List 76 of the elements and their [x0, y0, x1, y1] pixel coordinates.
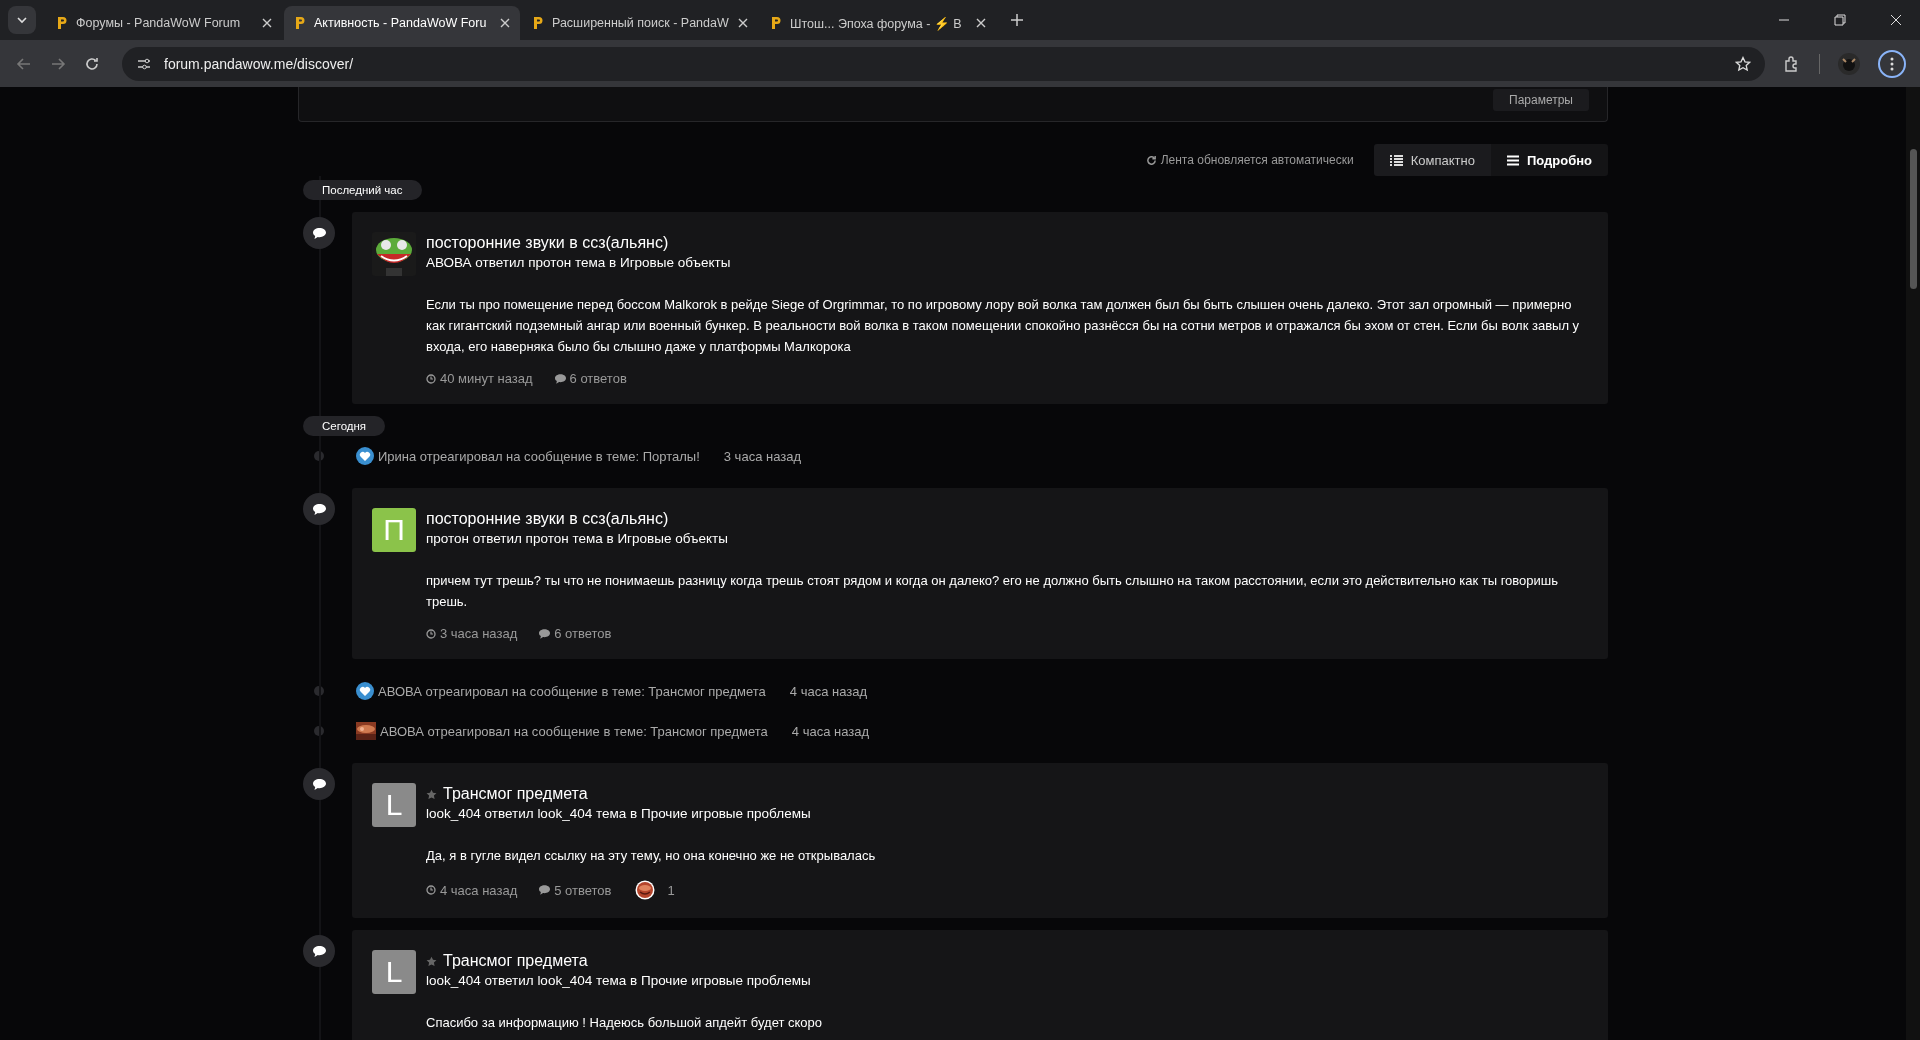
post-excerpt: причем тут трешь? ты что не понимаешь разницу когда трешь стоят рядом и когда он далеко? его не должно быть слышно на таком расстоянии, если это действительно как ты говоришь трешь. — [426, 572, 1560, 611]
close-icon[interactable] — [262, 18, 272, 28]
topic-title-link[interactable]: посторонние звуки в ссз(альянс) — [426, 510, 669, 528]
view-mode-button[interactable]: Компактно — [1373, 144, 1491, 176]
reload-icon[interactable] — [84, 55, 100, 72]
speech-bubble-icon — [312, 945, 326, 957]
filter-button[interactable]: Параметры — [1493, 89, 1589, 111]
profile-avatar-icon[interactable] — [1838, 52, 1860, 75]
reaction-time: 3 часа назад — [723, 448, 801, 464]
clock-icon — [426, 628, 436, 639]
post-byline: look_404 ответил look_404 тема в Прочие игровые проблемы — [426, 806, 811, 821]
topic-title-link[interactable]: посторонние звуки в ссз(альянс) — [426, 234, 669, 252]
menu-icon — [1506, 154, 1519, 166]
close-icon[interactable] — [1890, 14, 1902, 26]
post-excerpt: Спасибо за информацию ! Надеюсь большой апдейт будет скоро — [426, 1014, 824, 1032]
forum-logo-icon — [294, 16, 306, 30]
topic-title-link[interactable]: Трансмог предмета — [443, 952, 588, 970]
post-byline: протон ответил протон тема в Игровые объекты — [426, 531, 728, 546]
compact-list-icon — [1389, 154, 1403, 166]
post-byline: АВОВА ответил протон тема в Игровые объекты — [426, 255, 731, 270]
back-icon[interactable] — [16, 55, 32, 72]
speech-bubble-icon — [312, 227, 326, 239]
restore-icon[interactable] — [1834, 14, 1846, 26]
forum-logo-icon — [770, 16, 782, 30]
browser-menu-button[interactable] — [1878, 49, 1906, 78]
heart-reaction-icon — [356, 682, 374, 700]
close-icon[interactable] — [976, 18, 986, 28]
time-section-label: Последний час — [303, 180, 422, 200]
speech-bubble-icon — [539, 628, 551, 639]
chevron-down-icon — [16, 14, 28, 26]
more-icon — [1890, 56, 1894, 71]
topic-title-link[interactable]: Трансмог предмета — [443, 785, 588, 803]
forward-icon[interactable] — [50, 55, 66, 72]
reaction-text[interactable]: АВОВА отреагировал на сообщение в теме: Трансмог предмета — [378, 683, 766, 699]
reply-count[interactable]: 6 ответов — [539, 626, 612, 641]
forum-logo-icon — [56, 16, 68, 30]
new-tab-icon[interactable] — [1010, 13, 1024, 27]
auto-update-notice: Лента обновляется автоматически — [1145, 153, 1354, 167]
post-time: 40 минут назад — [426, 371, 533, 386]
speech-bubble-icon — [539, 885, 551, 895]
speech-bubble-icon — [312, 503, 326, 515]
timeline-dot — [314, 726, 324, 736]
close-icon[interactable] — [738, 18, 748, 28]
browser-tab[interactable]: Форумы - PandaWoW Forum — [46, 6, 282, 40]
browser-tab[interactable]: Расширенный поиск - PandaW — [522, 6, 758, 40]
scrollbar-thumb[interactable] — [1910, 149, 1917, 289]
post-time: 4 часа назад — [426, 882, 518, 898]
post-time: 3 часа назад — [426, 626, 518, 641]
time-section-label: Сегодня — [303, 416, 386, 436]
clock-icon — [426, 885, 436, 895]
heart-reaction-icon — [356, 447, 374, 465]
reaction-text[interactable]: Ирина отреагировал на сообщение в теме: Порталы! — [378, 448, 700, 464]
address-field[interactable]: forum.pandawow.me/discover/ — [122, 46, 1765, 81]
refresh-icon — [1145, 154, 1157, 166]
close-icon[interactable] — [500, 18, 510, 28]
speech-bubble-icon — [312, 778, 326, 790]
post-byline: look_404 ответил look_404 тема в Прочие игровые проблемы — [426, 973, 811, 988]
timeline-dot — [314, 686, 324, 696]
reaction-icon[interactable] — [635, 880, 656, 900]
browser-tab[interactable]: Штош... Эпоха форума - ⚡ В — [760, 6, 996, 40]
post-excerpt: Да, я в гугле видел ссылку на эту тему, но она конечно же не открывалась — [426, 847, 877, 865]
reply-count[interactable]: 5 ответов — [539, 882, 612, 898]
view-mode-button[interactable]: Подробно — [1490, 144, 1608, 176]
reaction-time: 4 часа назад — [791, 723, 870, 739]
speech-bubble-icon — [554, 373, 566, 384]
browser-tab[interactable]: Активность - PandaWoW Foru — [284, 6, 520, 40]
bookmark-star-icon[interactable] — [1735, 55, 1751, 72]
clock-icon — [426, 373, 436, 384]
timeline-dot — [314, 451, 324, 461]
tab-search-button[interactable] — [8, 6, 36, 34]
post-excerpt: Если ты про помещение перед боссом Malkorok в рейде Siege of Orgrimmar, то по игровому лору вой волка там должен был бы быть слышен очень далеко. Этот зал огромный — примерно как гигантский подземный ангар или военный бункер. В реальности вой волка в таком помещении спокойно разнёсся бы на сотни метров и отражался бы эхом от стен. Если бы волк завыл у входа, его наверняка было бы слышно даже у платформы Малкорока — [426, 296, 1581, 356]
reply-count[interactable]: 6 ответов — [554, 371, 627, 386]
reaction-count: 1 — [667, 882, 675, 898]
reaction-time: 4 часа назад — [789, 683, 868, 699]
reaction-text[interactable]: АВОВА отреагировал на сообщение в теме: Трансмог предмета — [380, 723, 768, 739]
forum-logo-icon — [532, 16, 544, 30]
